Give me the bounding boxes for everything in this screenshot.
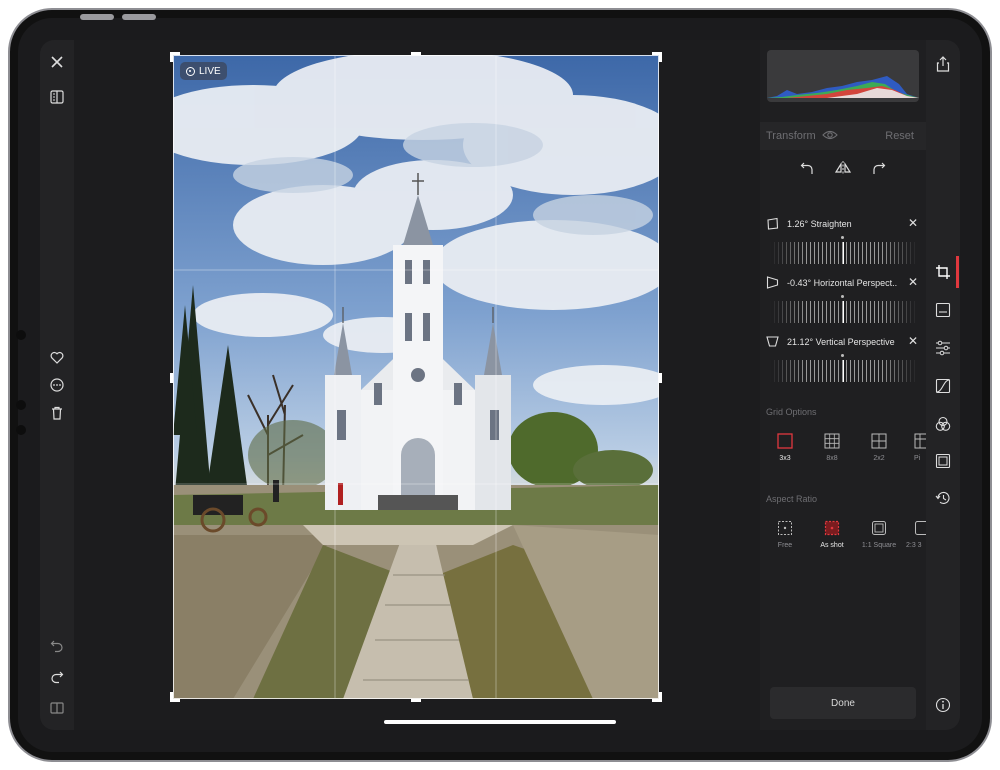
- aspect-option-label: 2:3 3: [906, 542, 922, 549]
- left-toolbar: [40, 40, 74, 730]
- split-view-icon[interactable]: [45, 696, 69, 720]
- crop-handle-bottom-right[interactable]: [659, 692, 662, 702]
- vertical-perspective-adjustment[interactable]: 21.12° Vertical Perspective ✕: [760, 333, 926, 391]
- hardware-dot: [16, 425, 26, 435]
- live-badge-label: LIVE: [199, 65, 221, 77]
- histogram: [767, 50, 919, 102]
- vertical-perspective-label: 21.12° Vertical Perspective: [787, 337, 895, 347]
- transform-title: Transform: [766, 130, 816, 142]
- rotate-left-icon[interactable]: [795, 156, 819, 180]
- aspect-option-label: 1:1 Square: [861, 542, 897, 549]
- clear-horizontal-perspective-icon[interactable]: ✕: [908, 275, 918, 289]
- horizontal-perspective-adjustment[interactable]: -0.43° Horizontal Perspect... ✕: [760, 274, 926, 332]
- active-tool-indicator: [956, 256, 959, 288]
- vertical-perspective-slider[interactable]: [770, 360, 918, 382]
- hardware-dot: [16, 400, 26, 410]
- grid-8x8-icon: [824, 433, 840, 449]
- close-icon[interactable]: [45, 50, 69, 74]
- transform-header: Transform Reset: [760, 122, 926, 150]
- crop-handle-left[interactable]: [170, 373, 173, 383]
- transform-tools: [760, 156, 926, 180]
- straighten-slider[interactable]: [770, 242, 918, 264]
- straighten-label: 1.26° Straighten: [787, 219, 852, 229]
- photo-canvas[interactable]: LIVE: [173, 55, 659, 699]
- aspect-option-label: Free: [777, 542, 793, 549]
- grid-option-label: 2x2: [873, 455, 885, 462]
- grid-option-2x2[interactable]: 2x2: [857, 433, 901, 462]
- vertical-perspective-icon: [766, 335, 780, 349]
- share-icon[interactable]: [931, 52, 955, 76]
- aspect-option-square[interactable]: 1:1 Square: [857, 520, 901, 549]
- aspect-as-shot-icon: [824, 520, 840, 536]
- crop-handle-top[interactable]: [411, 52, 421, 55]
- info-icon[interactable]: [931, 693, 955, 717]
- grid-3x3-icon: [777, 433, 793, 449]
- grid-option-label: Pi: [914, 455, 921, 462]
- horizontal-perspective-slider[interactable]: [770, 301, 918, 323]
- church-photo: [173, 55, 659, 699]
- slider-center-dot: [841, 295, 844, 298]
- hardware-button: [80, 14, 114, 20]
- app-screen: LIVE Transform Reset 1.26° Straighten ✕ …: [40, 40, 960, 730]
- undo-icon[interactable]: [45, 634, 69, 658]
- horizontal-perspective-label: -0.43° Horizontal Perspect...: [787, 278, 897, 288]
- compare-icon[interactable]: [45, 85, 69, 109]
- aspect-option-2-3[interactable]: 2:3 3: [904, 520, 926, 549]
- curves-icon[interactable]: [931, 374, 955, 398]
- history-icon[interactable]: [931, 486, 955, 510]
- done-button[interactable]: Done: [770, 687, 916, 719]
- flip-horizontal-icon[interactable]: [831, 156, 855, 180]
- aspect-option-free[interactable]: Free: [763, 520, 807, 549]
- redo-icon[interactable]: [45, 665, 69, 689]
- grid-pi-icon: [914, 433, 926, 449]
- eye-icon[interactable]: [822, 128, 838, 145]
- grid-options-title: Grid Options: [766, 407, 817, 417]
- rotate-right-icon[interactable]: [867, 156, 891, 180]
- transform-panel: Transform Reset 1.26° Straighten ✕ -0.43…: [760, 40, 926, 730]
- aspect-option-label: As shot: [820, 542, 844, 549]
- aspect-option-as-shot[interactable]: As shot: [810, 520, 854, 549]
- crop-handle-bottom[interactable]: [411, 699, 421, 702]
- color-mix-icon[interactable]: [931, 412, 955, 436]
- trash-icon[interactable]: [45, 401, 69, 425]
- slider-center-dot: [841, 236, 844, 239]
- aspect-2-3-icon: [914, 520, 926, 536]
- frame-icon[interactable]: [931, 449, 955, 473]
- slider-indicator: [843, 301, 844, 323]
- heart-icon[interactable]: [45, 345, 69, 369]
- crop-handle-bottom-left[interactable]: [170, 692, 173, 702]
- right-toolbar: [926, 40, 960, 730]
- clear-vertical-perspective-icon[interactable]: ✕: [908, 334, 918, 348]
- home-indicator[interactable]: [384, 720, 616, 724]
- aspect-free-icon: [777, 520, 793, 536]
- straighten-icon: [766, 217, 780, 231]
- image-icon[interactable]: [931, 298, 955, 322]
- more-icon[interactable]: [45, 373, 69, 397]
- aspect-square-icon: [871, 520, 887, 536]
- straighten-adjustment[interactable]: 1.26° Straighten ✕: [760, 215, 926, 273]
- grid-2x2-icon: [871, 433, 887, 449]
- slider-indicator: [843, 360, 844, 382]
- slider-center-dot: [841, 354, 844, 357]
- clear-straighten-icon[interactable]: ✕: [908, 216, 918, 230]
- adjust-sliders-icon[interactable]: [931, 336, 955, 360]
- crop-icon[interactable]: [931, 260, 955, 284]
- aspect-ratio-title: Aspect Ratio: [766, 494, 818, 504]
- live-icon: [186, 66, 195, 76]
- reset-button[interactable]: Reset: [885, 130, 914, 142]
- horizontal-perspective-icon: [766, 276, 780, 290]
- grid-option-3x3[interactable]: 3x3: [763, 433, 807, 462]
- crop-handle-top-left[interactable]: [170, 52, 173, 62]
- hardware-dot: [16, 330, 26, 340]
- slider-indicator: [843, 242, 844, 264]
- grid-option-8x8[interactable]: 8x8: [810, 433, 854, 462]
- grid-option-pi[interactable]: Pi: [904, 433, 926, 462]
- grid-option-label: 8x8: [826, 455, 838, 462]
- live-photo-badge[interactable]: LIVE: [180, 62, 227, 80]
- hardware-button: [122, 14, 156, 20]
- crop-handle-top-right[interactable]: [659, 52, 662, 62]
- crop-handle-right[interactable]: [659, 373, 662, 383]
- grid-option-label: 3x3: [779, 455, 791, 462]
